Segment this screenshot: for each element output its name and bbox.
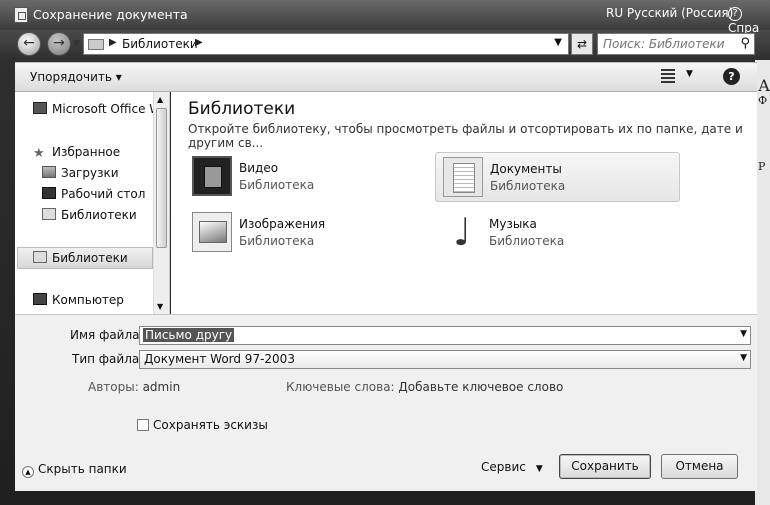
chevron-right-icon[interactable]: ▶	[109, 37, 117, 48]
filetype-value: Документ Word 97-2003	[144, 352, 295, 366]
sidebar-item-office[interactable]: Microsoft Office W	[33, 102, 161, 116]
navigation-bar: ← → ▼ ▶ Библиотеки ▶ ▼ ⇄ ⚲	[10, 30, 765, 58]
save-dialog: Сохранение документа RU Русский (Россия)…	[0, 0, 770, 505]
navigation-pane: Microsoft Office W ★ Избранное Загрузки Р…	[15, 92, 170, 314]
folder-icon	[88, 39, 104, 50]
address-bar[interactable]: ▶ Библиотеки ▶ ▼	[83, 33, 569, 55]
language-indicator[interactable]: RU Русский (Россия)	[606, 6, 733, 20]
filename-value[interactable]: Письмо другу	[143, 328, 235, 342]
word-document-icon	[14, 7, 28, 23]
documents-icon	[443, 157, 483, 197]
desktop-icon	[42, 187, 56, 199]
help-icon[interactable]: ?	[723, 68, 740, 85]
library-documents[interactable]: Документы Библиотека	[435, 152, 680, 202]
authors-label: Авторы:	[88, 380, 139, 394]
sidebar-item-computer[interactable]: Компьютер	[33, 293, 124, 307]
hide-folders-button[interactable]: ▲ Скрыть папки	[22, 462, 127, 478]
sidebar-item-label: Рабочий стол	[61, 187, 146, 201]
scroll-down-icon[interactable]: ▼	[157, 302, 163, 311]
library-name: Изображения	[239, 217, 326, 231]
authors-value[interactable]: admin	[143, 380, 181, 394]
sidebar-scrollbar[interactable]: ▲ ▼	[153, 92, 169, 314]
chevron-down-icon[interactable]: ▼	[740, 329, 747, 339]
search-icon[interactable]: ⚲	[740, 36, 750, 51]
sidebar-item-libraries-fav[interactable]: Библиотеки	[42, 208, 137, 222]
scrollbar-thumb[interactable]	[156, 108, 167, 248]
library-type: Библиотека	[490, 179, 566, 193]
save-thumbnails-checkbox[interactable]: Сохранять эскизы	[137, 418, 268, 432]
keywords-row: Ключевые слова: Добавьте ключевое слово	[286, 380, 563, 394]
keywords-label: Ключевые слова:	[286, 380, 395, 394]
address-dropdown-icon[interactable]: ▼	[554, 37, 562, 48]
view-dropdown-icon[interactable]: ▼	[686, 69, 693, 79]
content-pane: Библиотеки Откройте библиотеку, чтобы пр…	[171, 92, 757, 314]
cancel-button[interactable]: Отмена	[661, 454, 738, 479]
checkbox-label: Сохранять эскизы	[153, 418, 268, 432]
search-input[interactable]	[603, 36, 733, 52]
video-icon	[192, 156, 232, 196]
downloads-icon	[42, 166, 56, 178]
tools-menu-button[interactable]: Сервис ▼	[481, 460, 543, 474]
page-title: Библиотеки	[188, 99, 296, 119]
library-images[interactable]: Изображения Библиотека	[185, 208, 430, 258]
breadcrumb-libraries[interactable]: Библиотеки	[122, 37, 198, 51]
chevron-down-icon[interactable]: ▼	[740, 353, 747, 363]
window-title: Сохранение документа	[33, 7, 188, 22]
sidebar-item-label: Microsoft Office W	[52, 102, 162, 116]
forward-button[interactable]: →	[47, 32, 71, 56]
library-name: Видео	[239, 161, 279, 175]
organize-menu-button[interactable]: Упорядочить ▾	[30, 70, 122, 84]
computer-icon	[33, 293, 47, 305]
recent-pages-dropdown[interactable]: ▼	[73, 39, 80, 49]
filename-label: Имя файла:	[70, 328, 144, 342]
library-type: Библиотека	[239, 234, 315, 248]
sidebar-item-libraries[interactable]: Библиотеки	[33, 251, 128, 265]
library-video[interactable]: Видео Библиотека	[185, 152, 430, 202]
chevron-up-icon: ▲	[22, 466, 34, 478]
save-form: Имя файла: Письмо другу ▼ Тип файла: Док…	[15, 314, 757, 491]
checkbox-box[interactable]	[137, 419, 149, 431]
images-icon	[192, 212, 232, 252]
star-icon: ★	[33, 146, 45, 161]
music-icon: ♩	[453, 210, 471, 254]
library-icon	[42, 208, 56, 220]
sidebar-item-downloads[interactable]: Загрузки	[42, 166, 119, 180]
office-icon	[33, 102, 47, 114]
sidebar-item-label: Компьютер	[52, 293, 124, 307]
sidebar-item-label: Библиотеки	[61, 208, 137, 222]
library-name: Музыка	[489, 217, 537, 231]
library-type: Библиотека	[239, 178, 315, 192]
authors-row: Авторы: admin	[88, 380, 180, 394]
filename-field[interactable]: Письмо другу ▼	[139, 326, 751, 345]
search-box[interactable]: ⚲	[597, 33, 755, 55]
sidebar-item-label: Загрузки	[61, 166, 119, 180]
save-button[interactable]: Сохранить	[559, 454, 651, 479]
tools-label: Сервис	[481, 460, 526, 474]
library-icon	[33, 251, 47, 263]
library-name: Документы	[490, 162, 562, 176]
sidebar-item-label: Избранное	[52, 145, 121, 159]
hide-folders-label: Скрыть папки	[38, 462, 127, 476]
sidebar-item-favorites[interactable]: ★ Избранное	[33, 145, 121, 161]
view-options-icon[interactable]	[661, 69, 675, 83]
filetype-label: Тип файла:	[72, 352, 144, 366]
chevron-down-icon: ▼	[535, 464, 543, 474]
page-subtitle: Откройте библиотеку, чтобы просмотреть ф…	[188, 122, 743, 150]
back-button[interactable]: ←	[17, 32, 41, 56]
scroll-up-icon[interactable]: ▲	[157, 95, 163, 104]
keywords-value[interactable]: Добавьте ключевое слово	[398, 380, 563, 394]
sidebar-item-desktop[interactable]: Рабочий стол	[42, 187, 145, 201]
library-type: Библиотека	[489, 234, 565, 248]
title-bar[interactable]: Сохранение документа RU Русский (Россия)…	[0, 0, 770, 35]
help-circle-icon: ?	[728, 7, 742, 21]
chevron-right-icon[interactable]: ▶	[195, 37, 203, 48]
toolbar: Упорядочить ▾ ▼ ?	[15, 62, 757, 92]
library-music[interactable]: ♩ Музыка Библиотека	[435, 208, 680, 258]
filetype-select[interactable]: Документ Word 97-2003 ▼	[139, 350, 751, 369]
sidebar-item-label: Библиотеки	[52, 251, 128, 265]
refresh-button[interactable]: ⇄	[571, 33, 593, 55]
